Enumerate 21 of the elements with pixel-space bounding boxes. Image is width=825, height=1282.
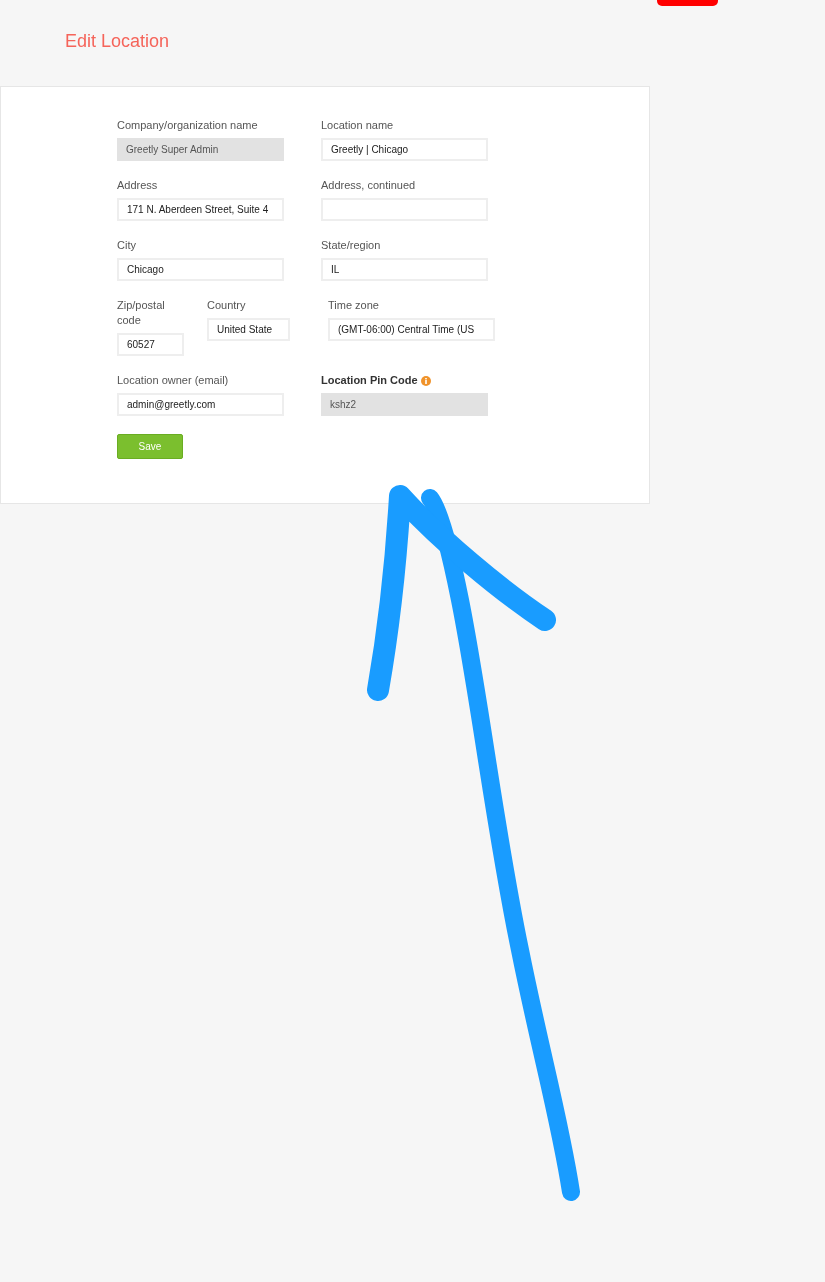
info-icon[interactable] xyxy=(420,375,431,386)
input-field[interactable]: Greetly | Chicago xyxy=(321,138,488,161)
input-field[interactable]: United State xyxy=(207,318,290,341)
page-title: Edit Location xyxy=(65,30,170,53)
field-label: Location Pin Code xyxy=(321,373,418,388)
field-label: Company/organization name xyxy=(117,118,258,133)
field-label: Location owner (email) xyxy=(117,373,229,388)
field-label: Address xyxy=(117,178,158,193)
field-label: City xyxy=(117,238,136,253)
input-field[interactable]: 171 N. Aberdeen Street, Suite 4 xyxy=(117,198,284,221)
field-label: Country xyxy=(207,298,246,313)
field-label: Time zone xyxy=(328,298,379,313)
field-label: Address, continued xyxy=(321,178,416,193)
input-field[interactable]: admin@greetly.com xyxy=(117,393,284,416)
field-label: Zip/postal code xyxy=(117,298,166,328)
input-field[interactable]: 60527 xyxy=(117,333,184,356)
field-label: Location name xyxy=(321,118,394,133)
input-field[interactable]: IL xyxy=(321,258,488,281)
input-field[interactable]: Chicago xyxy=(117,258,284,281)
field-label: State/region xyxy=(321,238,381,253)
input-field[interactable]: (GMT-06:00) Central Time (US xyxy=(328,318,495,341)
